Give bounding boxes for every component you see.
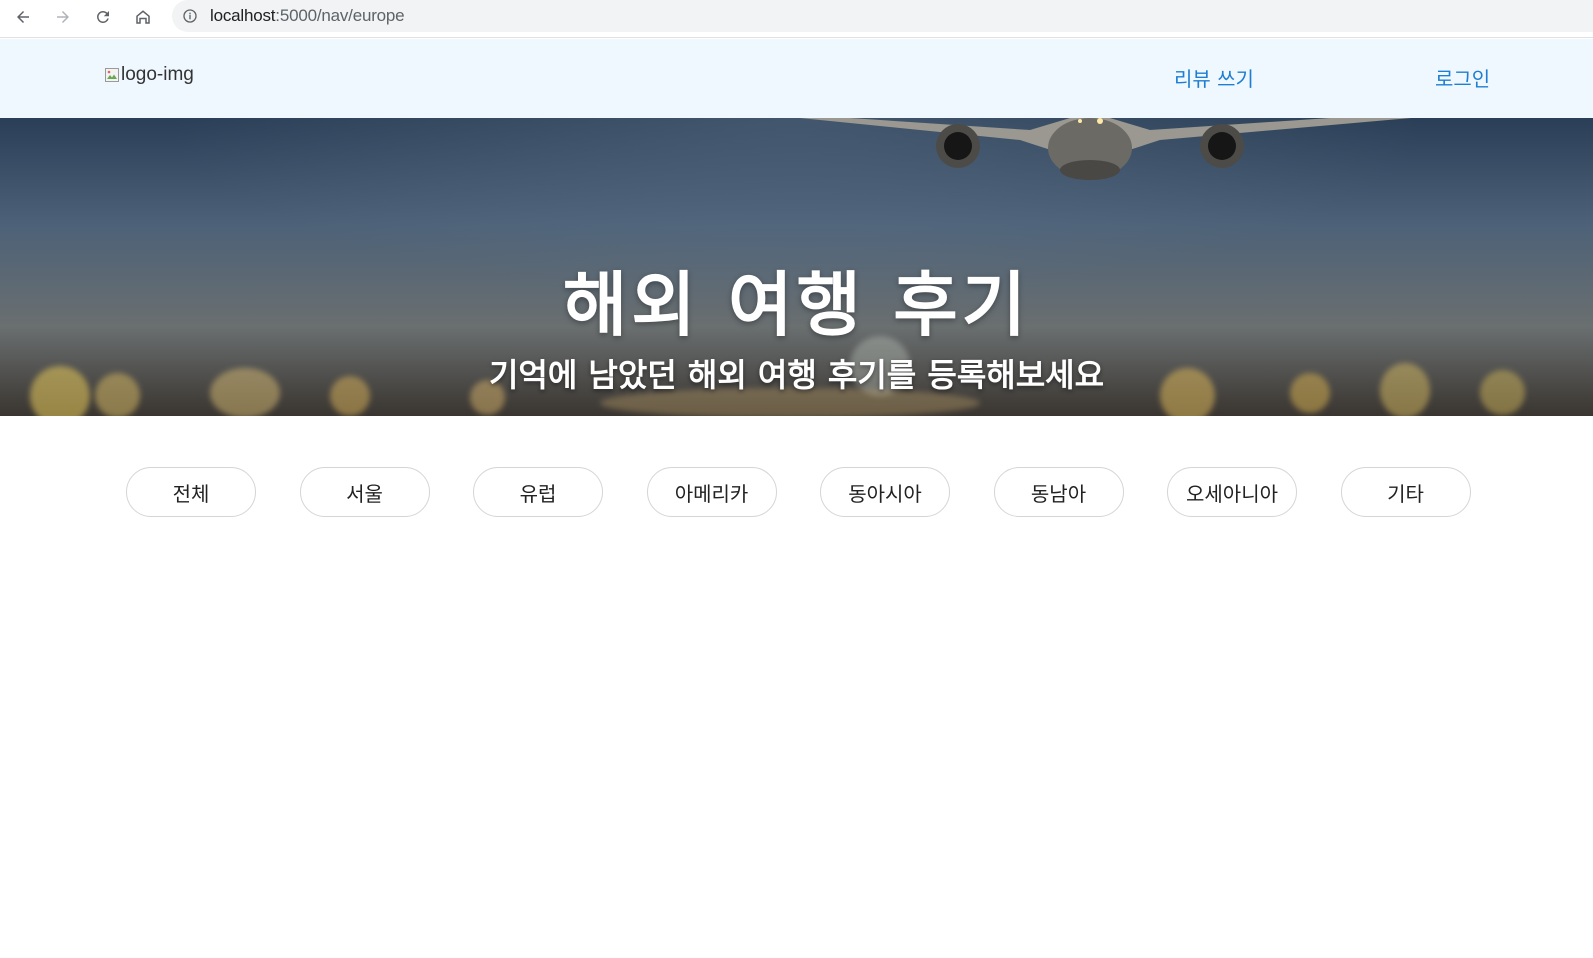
category-filter-bar: 전체 서울 유럽 아메리카 동아시아 동남아 오세아니아 기타 <box>126 467 1471 517</box>
arrow-left-icon <box>17 10 29 23</box>
logo-alt-text: logo-img <box>121 64 194 85</box>
reload-icon <box>97 10 109 23</box>
login-link[interactable]: 로그인 <box>1435 63 1490 92</box>
chrome-divider <box>0 33 1593 38</box>
home-button[interactable] <box>123 0 163 33</box>
url-text: localhost:5000/nav/europe <box>210 6 405 26</box>
home-icon <box>136 9 150 24</box>
site-header: logo-img 리뷰 쓰기 로그인 <box>0 39 1593 118</box>
broken-image-icon <box>105 68 119 82</box>
airplane-image <box>800 118 1412 180</box>
info-icon[interactable] <box>182 8 198 24</box>
hero-title: 해외 여행 후기 <box>562 263 1031 346</box>
back-button[interactable] <box>3 0 43 33</box>
hero-banner: 해외 여행 후기 기억에 남았던 해외 여행 후기를 등록해보세요 <box>0 118 1593 416</box>
category-seoul-button[interactable]: 서울 <box>299 467 430 517</box>
category-east-asia-button[interactable]: 동아시아 <box>820 467 950 517</box>
hero-subtitle: 기억에 남았던 해외 여행 후기를 등록해보세요 <box>488 355 1105 394</box>
category-oceania-button[interactable]: 오세아니아 <box>1167 467 1297 517</box>
category-other-button[interactable]: 기타 <box>1340 467 1471 517</box>
write-review-link[interactable]: 리뷰 쓰기 <box>1174 63 1254 92</box>
category-america-button[interactable]: 아메리카 <box>646 467 777 517</box>
url-path: :5000/nav/europe <box>275 6 405 25</box>
logo[interactable]: logo-img <box>104 64 194 86</box>
reload-button[interactable] <box>83 0 123 33</box>
forward-button[interactable] <box>43 0 83 33</box>
category-southeast-asia-button[interactable]: 동남아 <box>993 467 1124 517</box>
browser-toolbar: localhost:5000/nav/europe <box>0 0 1593 33</box>
category-all-button[interactable]: 전체 <box>126 467 256 517</box>
url-host: localhost <box>210 6 276 25</box>
category-europe-button[interactable]: 유럽 <box>473 467 603 517</box>
arrow-right-icon <box>57 10 69 23</box>
address-bar[interactable]: localhost:5000/nav/europe <box>172 0 1593 32</box>
